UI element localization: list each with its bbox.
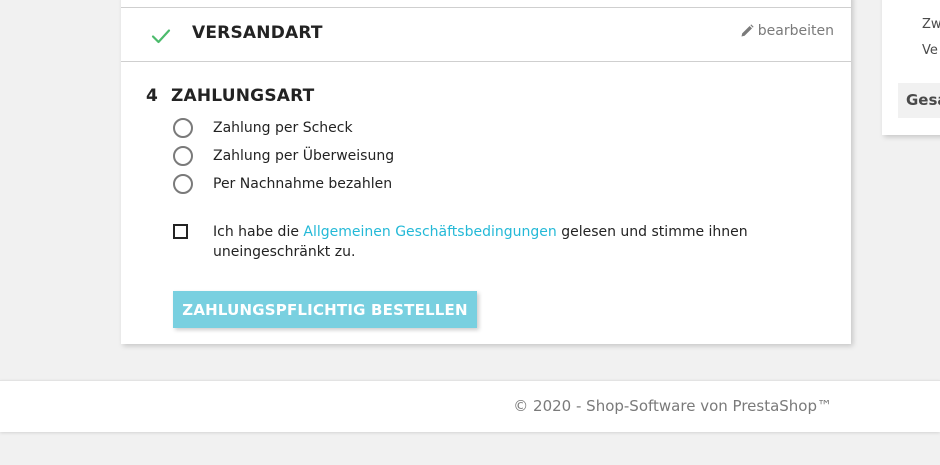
payment-option-label: Zahlung per Scheck (213, 120, 353, 136)
terms-prefix: Ich habe die (213, 224, 304, 240)
step-shipping[interactable]: VERSANDART bearbeiten (121, 8, 851, 62)
step-payment-title: ZAHLUNGSART (171, 86, 315, 106)
summary-total-label: Gesa (898, 83, 940, 118)
payment-options: Zahlung per Scheck Zahlung per Überweisu… (173, 114, 773, 198)
check-icon (151, 29, 171, 44)
terms-checkbox[interactable] (173, 224, 188, 239)
payment-option-cheque[interactable]: Zahlung per Scheck (173, 114, 773, 142)
checkout-page: VERSANDART bearbeiten 4 ZAHLUNGSART Zahl… (0, 0, 940, 465)
step-shipping-title: VERSANDART (192, 23, 323, 43)
summary-shipping-label: Ve (922, 43, 938, 58)
edit-shipping-link[interactable]: bearbeiten (740, 23, 834, 39)
edit-label: bearbeiten (757, 23, 834, 39)
payment-option-cod[interactable]: Per Nachnahme bezahlen (173, 170, 773, 198)
payment-option-label: Per Nachnahme bezahlen (213, 176, 393, 192)
radio-button[interactable] (173, 118, 193, 138)
checkout-card: VERSANDART bearbeiten 4 ZAHLUNGSART Zahl… (121, 0, 851, 344)
payment-option-label: Zahlung per Überweisung (213, 148, 395, 164)
payment-option-wire[interactable]: Zahlung per Überweisung (173, 142, 773, 170)
footer: © 2020 - Shop-Software von PrestaShop™ (0, 380, 940, 432)
footer-copyright[interactable]: © 2020 - Shop-Software von PrestaShop™ (513, 397, 832, 415)
radio-button[interactable] (173, 146, 193, 166)
summary-subtotal-label: Zw (922, 17, 940, 32)
radio-button[interactable] (173, 174, 193, 194)
pencil-icon (741, 24, 754, 37)
cart-summary: Zw Ve Gesa (882, 0, 940, 135)
place-order-button[interactable]: ZAHLUNGSPFLICHTIG BESTELLEN (173, 291, 477, 328)
terms-link[interactable]: Allgemeinen Geschäftsbedingungen (303, 224, 556, 240)
terms-text: Ich habe die Allgemeinen Geschäftsbeding… (213, 222, 753, 262)
step-number: 4 (146, 86, 158, 106)
